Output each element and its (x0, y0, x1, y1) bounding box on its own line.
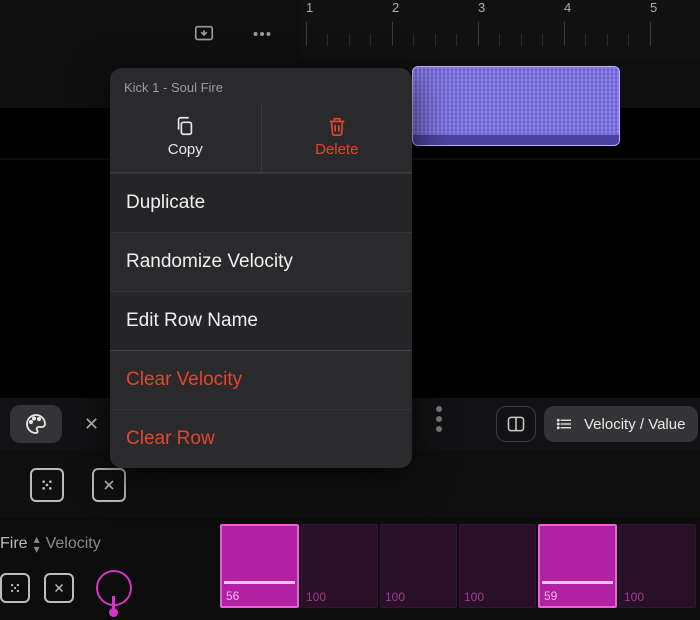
palette-button[interactable] (10, 405, 62, 443)
clear-icon[interactable] (92, 468, 126, 502)
parameter-label: Velocity / Value (584, 416, 685, 433)
ruler-number: 5 (650, 0, 657, 15)
menu-item-clear-velocity[interactable]: Clear Velocity (110, 350, 412, 409)
copy-button[interactable]: Copy (110, 103, 261, 172)
close-icon[interactable]: ✕ (74, 414, 109, 435)
parameter-selector[interactable]: Velocity / Value (544, 406, 698, 442)
menu-item-edit-row-name[interactable]: Edit Row Name (110, 291, 412, 350)
delete-button[interactable]: Delete (261, 103, 413, 172)
midi-region[interactable] (412, 66, 620, 146)
step-sequencer-row: Fire ▴▾ Velocity 56 100 100 100 59 100 (0, 518, 700, 620)
import-icon[interactable] (190, 20, 218, 48)
ruler-number: 1 (306, 0, 313, 15)
randomize-icon[interactable] (30, 468, 64, 502)
sort-arrows-icon[interactable]: ▴▾ (34, 534, 40, 554)
ruler-number: 4 (564, 0, 571, 15)
menu-title: Kick 1 - Soul Fire (110, 68, 412, 103)
ruler-number: 2 (392, 0, 399, 15)
menu-item-duplicate[interactable]: Duplicate (110, 173, 412, 232)
step-cell[interactable]: 56 (220, 524, 299, 608)
step-cell[interactable]: 100 (301, 524, 378, 608)
drag-handle-icon[interactable] (436, 406, 442, 432)
copy-label: Copy (168, 141, 203, 158)
ruler-number: 3 (478, 0, 485, 15)
row-param-label: Velocity (46, 535, 101, 553)
step-cells: 56 100 100 100 59 100 (216, 518, 700, 620)
list-icon (556, 415, 574, 433)
step-cell[interactable]: 100 (619, 524, 696, 608)
timeline-ruler[interactable]: 1 2 3 4 5 (300, 0, 700, 60)
joystick-icon[interactable] (96, 570, 132, 606)
menu-item-randomize-velocity[interactable]: Randomize Velocity (110, 232, 412, 291)
delete-label: Delete (315, 141, 358, 158)
step-cell[interactable]: 100 (459, 524, 536, 608)
row-randomize-icon[interactable] (0, 573, 30, 603)
row-name-label: Fire (0, 535, 28, 553)
step-cell[interactable]: 59 (538, 524, 617, 608)
split-view-button[interactable] (496, 406, 536, 442)
row-context-menu: Kick 1 - Soul Fire Copy Delete Duplicate… (110, 68, 412, 468)
more-icon[interactable] (248, 20, 276, 48)
menu-item-clear-row[interactable]: Clear Row (110, 409, 412, 468)
row-clear-icon[interactable] (44, 573, 74, 603)
step-cell[interactable]: 100 (380, 524, 457, 608)
